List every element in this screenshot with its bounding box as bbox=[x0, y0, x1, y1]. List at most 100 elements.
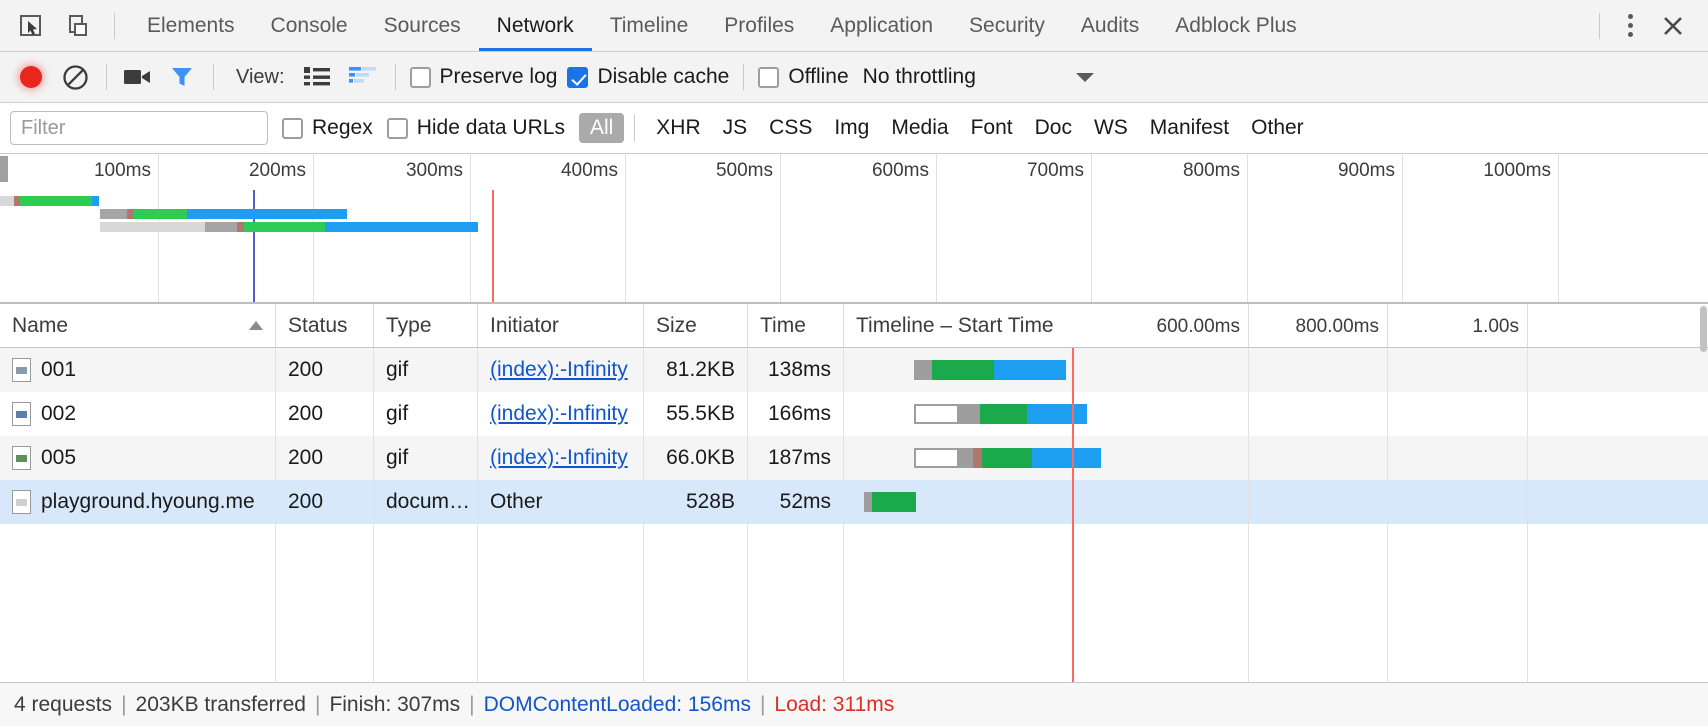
column-header-timeline[interactable]: Timeline – Start Time 600.00ms 800.00ms 1.0… bbox=[844, 304, 1708, 347]
chevron-down-icon[interactable] bbox=[1075, 72, 1094, 82]
hide-data-urls-checkbox[interactable]: Hide data URLs bbox=[386, 116, 565, 140]
column-header-label: Name bbox=[12, 313, 69, 337]
preserve-log-checkbox[interactable]: Preserve log bbox=[409, 65, 558, 89]
preserve-log-label: Preserve log bbox=[439, 65, 558, 88]
funnel-icon[interactable] bbox=[165, 60, 199, 94]
disable-cache-box[interactable] bbox=[567, 66, 589, 88]
toolbar-divider-3 bbox=[394, 64, 396, 90]
filter-type-ws[interactable]: WS bbox=[1083, 113, 1139, 143]
filter-type-media[interactable]: Media bbox=[880, 113, 959, 143]
cell-name[interactable]: 001 bbox=[0, 348, 276, 392]
table-scrollbar-thumb[interactable] bbox=[1700, 306, 1707, 352]
table-row[interactable]: playground.hyoung.me 200 docum… Other 528B 52… bbox=[0, 480, 1708, 524]
initiator-link[interactable]: (index):-Infinity bbox=[490, 402, 628, 426]
empty-column bbox=[844, 524, 1708, 682]
column-header-label: Size bbox=[656, 313, 697, 337]
overview-tick-label: 900ms bbox=[1337, 160, 1395, 181]
cell-name[interactable]: playground.hyoung.me bbox=[0, 480, 276, 524]
search-input[interactable] bbox=[10, 111, 268, 145]
clear-icon[interactable] bbox=[58, 60, 92, 94]
column-header-initiator[interactable]: Initiator bbox=[478, 304, 644, 347]
tab-elements[interactable]: Elements bbox=[129, 0, 253, 51]
empty-column bbox=[276, 524, 374, 682]
waterfall-gridline bbox=[1248, 524, 1249, 682]
record-button-icon[interactable] bbox=[14, 60, 48, 94]
timeline-tick-label: 800.00ms bbox=[1295, 316, 1379, 337]
filter-type-xhr[interactable]: XHR bbox=[645, 113, 711, 143]
waterfall-segment-send bbox=[932, 360, 994, 380]
filter-type-doc[interactable]: Doc bbox=[1024, 113, 1083, 143]
waterfall-segment-send bbox=[980, 404, 1027, 424]
hide-data-urls-box[interactable] bbox=[386, 117, 408, 139]
tab-console[interactable]: Console bbox=[253, 0, 366, 51]
throttling-select[interactable]: No throttling bbox=[863, 65, 976, 89]
offline-checkbox[interactable]: Offline bbox=[758, 65, 849, 89]
tab-profiles[interactable]: Profiles bbox=[706, 0, 812, 51]
camera-icon[interactable] bbox=[121, 60, 155, 94]
tab-timeline[interactable]: Timeline bbox=[592, 0, 707, 51]
overview-segment-receive bbox=[325, 222, 478, 232]
cell-name[interactable]: 005 bbox=[0, 436, 276, 480]
close-icon[interactable] bbox=[1656, 9, 1690, 43]
waterfall-gridline bbox=[1387, 436, 1388, 480]
table-row[interactable]: 001 200 gif (index):-Infinity 81.2KB 138ms bbox=[0, 348, 1708, 392]
offline-box[interactable] bbox=[758, 66, 780, 88]
initiator-link[interactable]: (index):-Infinity bbox=[490, 446, 628, 470]
cell-initiator[interactable]: Other bbox=[478, 480, 644, 524]
kebab-menu-icon[interactable] bbox=[1610, 6, 1650, 46]
filter-type-img[interactable]: Img bbox=[823, 113, 880, 143]
filter-type-font[interactable]: Font bbox=[960, 113, 1024, 143]
tab-sources[interactable]: Sources bbox=[366, 0, 479, 51]
column-header-label: Type bbox=[386, 313, 432, 337]
column-header-name[interactable]: Name bbox=[0, 304, 276, 347]
column-header-time[interactable]: Time bbox=[748, 304, 844, 347]
cell-initiator[interactable]: (index):-Infinity bbox=[478, 348, 644, 392]
column-header-label: Time bbox=[760, 313, 806, 337]
table-header-row: Name Status Type Initiator Size Time Timeline … bbox=[0, 304, 1708, 348]
table-row[interactable]: 005 200 gif (index):-Infinity 66.0KB 187ms bbox=[0, 436, 1708, 480]
disable-cache-label: Disable cache bbox=[597, 65, 730, 88]
table-scrollbar[interactable] bbox=[1699, 304, 1708, 682]
overview-segment-receive bbox=[187, 209, 347, 219]
filter-type-all[interactable]: All bbox=[578, 113, 625, 143]
waterfall-gridline bbox=[1387, 392, 1388, 436]
table-row[interactable]: 002 200 gif (index):-Infinity 55.5KB 166ms bbox=[0, 392, 1708, 436]
preserve-log-box[interactable] bbox=[409, 66, 431, 88]
device-toolbar-icon[interactable] bbox=[62, 9, 96, 43]
network-overview[interactable]: 100ms 200ms 300ms 400ms 500ms 600ms 700ms 800ms… bbox=[0, 154, 1708, 304]
overview-left-handle[interactable] bbox=[0, 156, 8, 182]
tab-application[interactable]: Application bbox=[812, 0, 951, 51]
waterfall-segment-stalled bbox=[959, 448, 973, 468]
domcontentloaded-time: DOMContentLoaded: 156ms bbox=[483, 692, 751, 716]
regex-box[interactable] bbox=[282, 117, 303, 139]
filter-type-js[interactable]: JS bbox=[712, 113, 759, 143]
column-header-type[interactable]: Type bbox=[374, 304, 478, 347]
list-view-icon[interactable] bbox=[299, 62, 335, 92]
filter-type-css[interactable]: CSS bbox=[758, 113, 823, 143]
cell-initiator[interactable]: (index):-Infinity bbox=[478, 436, 644, 480]
column-header-size[interactable]: Size bbox=[644, 304, 748, 347]
cell-name[interactable]: 002 bbox=[0, 392, 276, 436]
initiator-text: Other bbox=[490, 490, 543, 513]
tab-adblock-plus[interactable]: Adblock Plus bbox=[1157, 0, 1314, 51]
empty-column bbox=[374, 524, 478, 682]
cell-initiator[interactable]: (index):-Infinity bbox=[478, 392, 644, 436]
devtools-window: Elements Console Sources Network Timeline Pro… bbox=[0, 0, 1708, 726]
cell-size: 55.5KB bbox=[644, 392, 748, 436]
transferred-size: 203KB transferred bbox=[135, 692, 306, 716]
column-header-status[interactable]: Status bbox=[276, 304, 374, 347]
disable-cache-checkbox[interactable]: Disable cache bbox=[567, 65, 729, 89]
tab-audits[interactable]: Audits bbox=[1063, 0, 1157, 51]
request-count: 4 requests bbox=[14, 692, 113, 716]
request-name: 002 bbox=[41, 402, 77, 425]
tab-security[interactable]: Security bbox=[951, 0, 1063, 51]
initiator-link[interactable]: (index):-Infinity bbox=[490, 358, 628, 382]
inspect-cursor-icon[interactable] bbox=[14, 9, 48, 43]
tab-network[interactable]: Network bbox=[478, 0, 592, 51]
filter-type-other[interactable]: Other bbox=[1240, 113, 1315, 143]
footer-sep-2: | bbox=[314, 692, 321, 716]
filter-type-manifest[interactable]: Manifest bbox=[1139, 113, 1240, 143]
waterfall-view-icon[interactable] bbox=[345, 62, 381, 92]
regex-checkbox[interactable]: Regex bbox=[282, 116, 373, 140]
waterfall-gridline bbox=[1248, 436, 1249, 480]
